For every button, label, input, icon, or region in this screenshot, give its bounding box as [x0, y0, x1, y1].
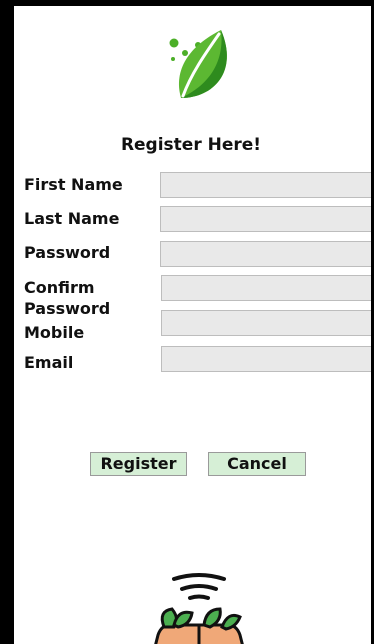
last-name-label: Last Name	[24, 209, 120, 228]
page-title: Register Here!	[120, 135, 262, 155]
mobile-input[interactable]	[161, 310, 371, 336]
cancel-button[interactable]: Cancel	[208, 452, 306, 476]
first-name-label: First Name	[24, 175, 123, 194]
register-screen: Register Here! First Name Last Name Pass…	[0, 0, 374, 644]
leaf-logo-icon	[169, 30, 227, 98]
confirm-password-label-line2: Password	[24, 299, 111, 318]
plant-sprouts-in-hands-icon	[154, 573, 244, 644]
password-input[interactable]	[160, 241, 371, 267]
last-name-input[interactable]	[160, 206, 371, 232]
password-label: Password	[24, 243, 111, 262]
email-label: Email	[24, 353, 74, 372]
confirm-password-label-line1: Confirm	[24, 278, 95, 297]
mobile-label: Mobile	[24, 323, 85, 342]
email-input[interactable]	[161, 346, 371, 372]
confirm-password-input[interactable]	[161, 275, 371, 301]
first-name-input[interactable]	[160, 172, 371, 198]
register-button[interactable]: Register	[90, 452, 187, 476]
